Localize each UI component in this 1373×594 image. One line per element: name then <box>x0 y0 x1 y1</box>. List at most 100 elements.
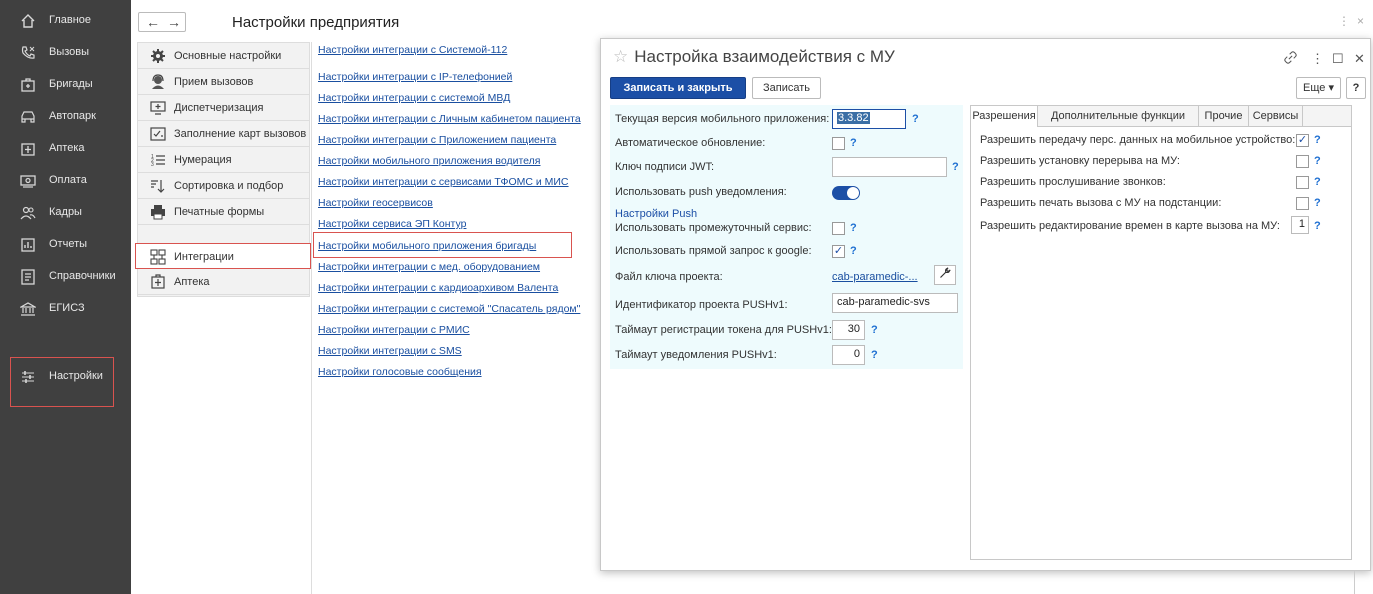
link-icon[interactable] <box>1284 51 1297 67</box>
help-icon[interactable]: ? <box>850 222 857 234</box>
help-button[interactable]: ? <box>1346 77 1366 99</box>
project-id-label: Идентификатор проекта PUSHv1: <box>615 299 788 311</box>
save-and-close-button[interactable]: Записать и закрыть <box>610 77 746 99</box>
help-icon[interactable]: ? <box>1314 197 1321 209</box>
nav-item-print-forms[interactable]: Печатные формы <box>138 199 309 225</box>
sidebar-item-calls[interactable]: Вызовы <box>0 37 131 69</box>
help-icon[interactable]: ? <box>1314 134 1321 146</box>
tab-additional-functions[interactable]: Дополнительные функции <box>1038 106 1199 127</box>
sidebar-item-directories[interactable]: Справочники <box>0 261 131 293</box>
link-valenta[interactable]: Настройки интеграции с кардиоархивом Вал… <box>318 282 558 294</box>
sidebar-item-reports[interactable]: Отчеты <box>0 229 131 261</box>
sort-icon <box>151 180 165 193</box>
link-sms[interactable]: Настройки интеграции с SMS <box>318 345 462 357</box>
nav-item-label: Интеграции <box>174 251 234 263</box>
link-geoservices[interactable]: Настройки геосервисов <box>318 197 433 209</box>
perm-listen-checkbox[interactable] <box>1296 176 1309 189</box>
help-icon[interactable]: ? <box>871 324 878 336</box>
link-system-112[interactable]: Настройки интеграции с Системой-112 <box>318 44 507 56</box>
nav-item-dispatch[interactable]: Диспетчеризация <box>138 95 309 121</box>
project-id-field[interactable]: cab-paramedic-svs <box>832 293 958 313</box>
sidebar-item-staff[interactable]: Кадры <box>0 197 131 229</box>
svg-text:3: 3 <box>151 162 154 168</box>
link-rescuer-nearby[interactable]: Настройки интеграции с системой "Спасате… <box>318 303 580 315</box>
nav-item-numbering[interactable]: 123 Нумерация <box>138 147 309 173</box>
perm-personal-data-label: Разрешить передачу перс. данных на мобил… <box>980 134 1296 146</box>
pharmacy-icon <box>151 274 165 289</box>
help-icon[interactable]: ? <box>952 161 959 173</box>
version-value: 3.3.82 <box>837 112 870 124</box>
nav-item-basic[interactable]: Основные настройки <box>138 43 309 69</box>
more-button[interactable]: Еще ▾ <box>1296 77 1341 99</box>
save-button[interactable]: Записать <box>752 77 821 99</box>
jwt-field[interactable] <box>832 157 947 177</box>
perm-edit-times-field[interactable]: 1 <box>1291 216 1309 234</box>
link-rmis[interactable]: Настройки интеграции с РМИС <box>318 324 470 336</box>
help-icon[interactable]: ? <box>1314 220 1321 232</box>
link-medical-equipment[interactable]: Настройки интеграции с мед. оборудование… <box>318 261 540 273</box>
perm-break-checkbox[interactable] <box>1296 155 1309 168</box>
perm-personal-data-checkbox[interactable]: ✓ <box>1296 134 1309 147</box>
staff-icon <box>20 206 36 220</box>
maximize-icon[interactable]: ☐ <box>1332 51 1344 67</box>
sidebar-item-label: Бригады <box>49 78 93 90</box>
forward-button[interactable]: → <box>167 14 181 30</box>
dialog-close-icon[interactable]: ✕ <box>1354 51 1365 67</box>
sidebar-item-brigades[interactable]: Бригады <box>0 69 131 101</box>
help-icon[interactable]: ? <box>1314 155 1321 167</box>
help-icon[interactable]: ? <box>850 137 857 149</box>
more-icon[interactable]: ⋮ <box>1338 14 1350 28</box>
nav-item-call-cards[interactable]: Заполнение карт вызовов <box>138 121 309 147</box>
tab-permissions[interactable]: Разрешения <box>971 106 1038 127</box>
link-driver-app[interactable]: Настройки мобильного приложения водителя <box>318 155 540 167</box>
google-checkbox[interactable]: ✓ <box>832 245 845 258</box>
sidebar-item-payment[interactable]: Оплата <box>0 165 131 197</box>
tab-services[interactable]: Сервисы <box>1249 106 1303 127</box>
wrench-icon[interactable] <box>934 265 956 285</box>
intermediate-checkbox[interactable] <box>832 222 845 235</box>
settings-highlight <box>10 357 114 407</box>
tab-other[interactable]: Прочие <box>1199 106 1249 127</box>
link-voice-messages[interactable]: Настройки голосовые сообщения <box>318 366 482 378</box>
link-tfoms-mis[interactable]: Настройки интеграции с сервисами ТФОМС и… <box>318 176 569 188</box>
link-mvd[interactable]: Настройки интеграции с системой МВД <box>318 92 510 104</box>
version-field[interactable]: 3.3.82 <box>832 109 906 129</box>
push-toggle[interactable] <box>832 186 860 200</box>
help-icon[interactable]: ? <box>850 245 857 257</box>
token-timeout-field[interactable]: 30 <box>832 320 865 340</box>
nav-item-integrations[interactable]: Интеграции <box>135 243 311 269</box>
close-icon[interactable]: × <box>1357 14 1364 28</box>
back-button[interactable]: ← <box>146 14 160 30</box>
keyfile-link[interactable]: cab-paramedic-... <box>832 271 918 283</box>
perm-break-label: Разрешить установку перерыва на МУ: <box>980 155 1180 167</box>
nav-item-pharmacy[interactable]: Аптека <box>138 269 309 295</box>
help-icon[interactable]: ? <box>912 113 919 125</box>
sidebar-item-egisz[interactable]: ЕГИСЗ <box>0 293 131 325</box>
brigade-icon <box>21 78 35 92</box>
notify-timeout-field[interactable]: 0 <box>832 345 865 365</box>
nav-item-sorting[interactable]: Сортировка и подбор <box>138 173 309 199</box>
directory-icon <box>21 269 35 285</box>
help-icon[interactable]: ? <box>871 349 878 361</box>
perm-listen-label: Разрешить прослушивание звонков: <box>980 176 1166 188</box>
payment-icon <box>20 175 36 188</box>
sidebar-item-pharmacy[interactable]: Аптека <box>0 133 131 165</box>
divider <box>311 42 312 594</box>
sidebar-item-label: Отчеты <box>49 238 88 250</box>
nav-item-calls-reception[interactable]: Прием вызовов <box>138 69 309 95</box>
sidebar-item-main[interactable]: Главное <box>0 5 131 37</box>
mu-settings-dialog: ☆ Настройка взаимодействия с МУ ⋮ ☐ ✕ Зап… <box>600 38 1371 571</box>
link-patient-app[interactable]: Настройки интеграции с Приложением пацие… <box>318 134 556 146</box>
dialog-more-icon[interactable]: ⋮ <box>1311 51 1324 67</box>
dialog-title: ☆ Настройка взаимодействия с МУ <box>613 47 895 67</box>
link-ip-telephony[interactable]: Настройки интеграции с IP-телефонией <box>318 71 512 83</box>
link-ep-kontur[interactable]: Настройки сервиса ЭП Контур <box>318 218 466 230</box>
settings-form: Текущая версия мобильного приложения: 3.… <box>610 105 963 369</box>
favorite-star-icon[interactable]: ☆ <box>613 47 628 66</box>
intermediate-label: Использовать промежуточный сервис: <box>615 222 812 234</box>
perm-print-checkbox[interactable] <box>1296 197 1309 210</box>
sidebar-item-fleet[interactable]: Автопарк <box>0 101 131 133</box>
link-patient-cabinet[interactable]: Настройки интеграции с Личным кабинетом … <box>318 113 581 125</box>
help-icon[interactable]: ? <box>1314 176 1321 188</box>
auto-update-checkbox[interactable] <box>832 137 845 150</box>
